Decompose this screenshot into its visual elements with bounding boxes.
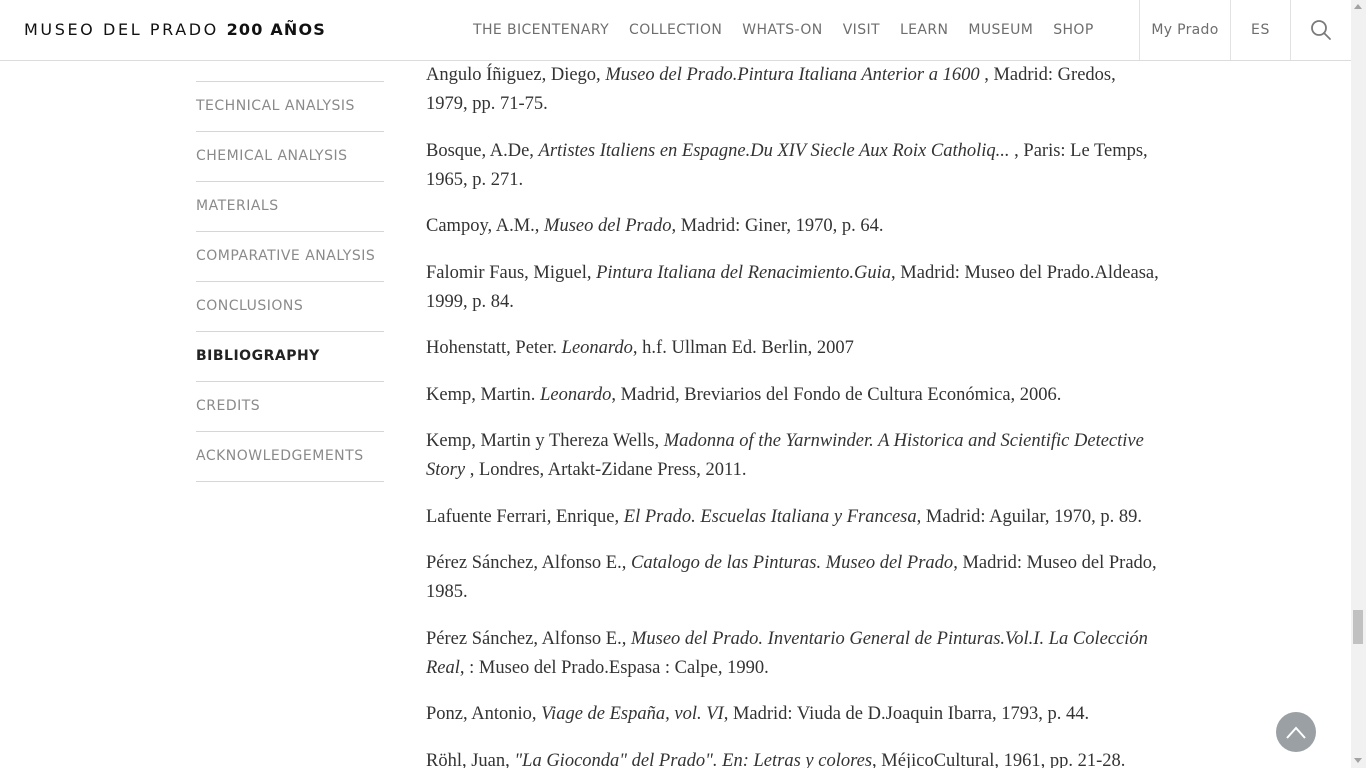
entry-author: Pérez Sánchez, Alfonso E., — [426, 553, 631, 573]
sidebar-item-comparative-analysis[interactable]: COMPARATIVE ANALYSIS — [196, 232, 384, 282]
chevron-up-icon — [1286, 726, 1306, 739]
entry-title: Catalogo de las Pinturas. Museo del Prad… — [630, 553, 954, 573]
entry-author: Lafuente Ferrari, Enrique, — [426, 506, 624, 527]
sidebar-item-conclusions[interactable]: CONCLUSIONS — [196, 282, 384, 332]
scroll-up-arrow-icon[interactable] — [1354, 4, 1362, 9]
bibliography-entry: Falomir Faus, Miguel, Pintura Italiana d… — [426, 259, 1161, 317]
language-switch[interactable]: ES — [1231, 0, 1290, 60]
entry-author: Campoy, A.M., — [426, 216, 545, 236]
bibliography-entry: Angulo Íñiguez, Diego, Museo del Prado.P… — [426, 61, 1161, 119]
back-to-top-button[interactable] — [1276, 712, 1316, 752]
entry-author: Hohenstatt, Peter. — [426, 338, 562, 358]
sidebar-item-technical-analysis[interactable]: TECHNICAL ANALYSIS — [196, 82, 384, 132]
bibliography-entry: Kemp, Martin. Leonardo, Madrid, Breviari… — [426, 381, 1161, 410]
sidebar-item-credits[interactable]: CREDITS — [196, 382, 384, 432]
entry-author: Pérez Sánchez, Alfonso E., — [426, 628, 631, 649]
bibliography-entry: Röhl, Juan, "La Gioconda" del Prado". En… — [426, 747, 1161, 768]
sidebar-item-acknowledgements[interactable]: ACKNOWLEDGEMENTS — [196, 432, 384, 482]
nav-item-visit[interactable]: VISIT — [833, 0, 890, 60]
entry-author: Bosque, A.De, — [426, 140, 539, 161]
nav-item-collection[interactable]: COLLECTION — [619, 0, 732, 60]
search-icon — [1311, 20, 1331, 40]
entry-title: Viage de España, vol. VI — [541, 704, 724, 724]
entry-title: Museo del Prado.Pintura Italiana Anterio… — [605, 65, 980, 85]
entry-details: , Madrid: Aguilar, 1970, p. 89. — [916, 506, 1142, 527]
vertical-scrollbar[interactable] — [1351, 0, 1366, 768]
nav-item-whats-on[interactable]: WHATS-ON — [732, 0, 832, 60]
nav-item-bicentenary[interactable]: THE BICENTENARY — [463, 0, 619, 60]
bibliography-entry: Pérez Sánchez, Alfonso E., Catalogo de l… — [426, 549, 1161, 607]
entry-details: , h.f. Ullman Ed. Berlin, 2007 — [632, 338, 854, 358]
nav-item-shop[interactable]: SHOP — [1043, 0, 1103, 60]
search-button[interactable] — [1291, 0, 1351, 60]
entry-author: Angulo Íñiguez, Diego, — [426, 65, 606, 85]
logo-anniversary: 200 AÑOS — [226, 20, 327, 39]
scroll-down-arrow-icon[interactable] — [1354, 758, 1362, 763]
entry-author: Kemp, Martin. — [426, 384, 541, 405]
entry-details: , MéjicoCultural, 1961, pp. 21-28. — [872, 750, 1126, 768]
site-logo[interactable]: MUSEO DEL PRADO 200 AÑOS — [24, 19, 326, 41]
entry-title: Leonardo — [540, 384, 612, 405]
entry-author: Röhl, Juan, — [426, 750, 515, 768]
nav-item-museum[interactable]: MUSEUM — [958, 0, 1043, 60]
entry-details: , Madrid: Viuda de D.Joaquin Ibarra, 179… — [723, 704, 1090, 724]
entry-details: , Londres, Artakt-Zidane Press, 2011. — [465, 460, 747, 480]
bibliography-entry: Bosque, A.De, Artistes Italiens en Espag… — [426, 137, 1161, 195]
entry-details: , Madrid: Giner, 1970, p. 64. — [671, 216, 884, 236]
entry-title: "La Gioconda" del Prado". En: Letras y c… — [514, 750, 873, 768]
site-header: MUSEO DEL PRADO 200 AÑOS THE BICENTENARY… — [0, 0, 1351, 61]
entry-author: Ponz, Antonio, — [426, 704, 542, 724]
scrollbar-thumb[interactable] — [1353, 610, 1363, 644]
entry-details: , Madrid, Breviarios del Fondo de Cultur… — [611, 384, 1062, 405]
main-nav: THE BICENTENARY COLLECTION WHATS-ON VISI… — [463, 0, 1104, 60]
entry-title: Pintura Italiana del Renacimiento.Guia — [596, 262, 892, 283]
sidebar-item-chemical-analysis[interactable]: CHEMICAL ANALYSIS — [196, 132, 384, 182]
bibliography-list: Angulo Íñiguez, Diego, Museo del Prado.P… — [426, 61, 1161, 768]
bibliography-entry: Pérez Sánchez, Alfonso E., Museo del Pra… — [426, 625, 1161, 683]
my-prado-link[interactable]: My Prado — [1140, 0, 1230, 60]
sidebar-menu: TECHNICAL ANALYSIS CHEMICAL ANALYSIS MAT… — [196, 82, 384, 482]
bibliography-entry: Kemp, Martin y Thereza Wells, Madonna of… — [426, 427, 1161, 485]
sidebar-item-materials[interactable]: MATERIALS — [196, 182, 384, 232]
nav-item-learn[interactable]: LEARN — [890, 0, 958, 60]
entry-author: Falomir Faus, Miguel, — [426, 262, 597, 283]
entry-title: Leonardo — [561, 338, 633, 358]
bibliography-entry: Campoy, A.M., Museo del Prado, Madrid: G… — [426, 212, 1161, 241]
bibliography-entry: Lafuente Ferrari, Enrique, El Prado. Esc… — [426, 503, 1161, 532]
bibliography-entry: Ponz, Antonio, Viage de España, vol. VI,… — [426, 700, 1161, 729]
entry-details: , : Museo del Prado.Espasa : Calpe, 1990… — [459, 657, 769, 678]
entry-title: El Prado. Escuelas Italiana y Francesa — [623, 506, 917, 527]
sidebar-item-bibliography[interactable]: BIBLIOGRAPHY — [196, 332, 384, 382]
entry-author: Kemp, Martin y Thereza Wells, — [426, 431, 664, 451]
entry-title: Museo del Prado — [544, 216, 672, 236]
bibliography-entry: Hohenstatt, Peter. Leonardo, h.f. Ullman… — [426, 334, 1161, 363]
logo-text: MUSEO DEL PRADO — [24, 20, 219, 39]
entry-title: Artistes Italiens en Espagne.Du XIV Siec… — [538, 140, 1010, 161]
